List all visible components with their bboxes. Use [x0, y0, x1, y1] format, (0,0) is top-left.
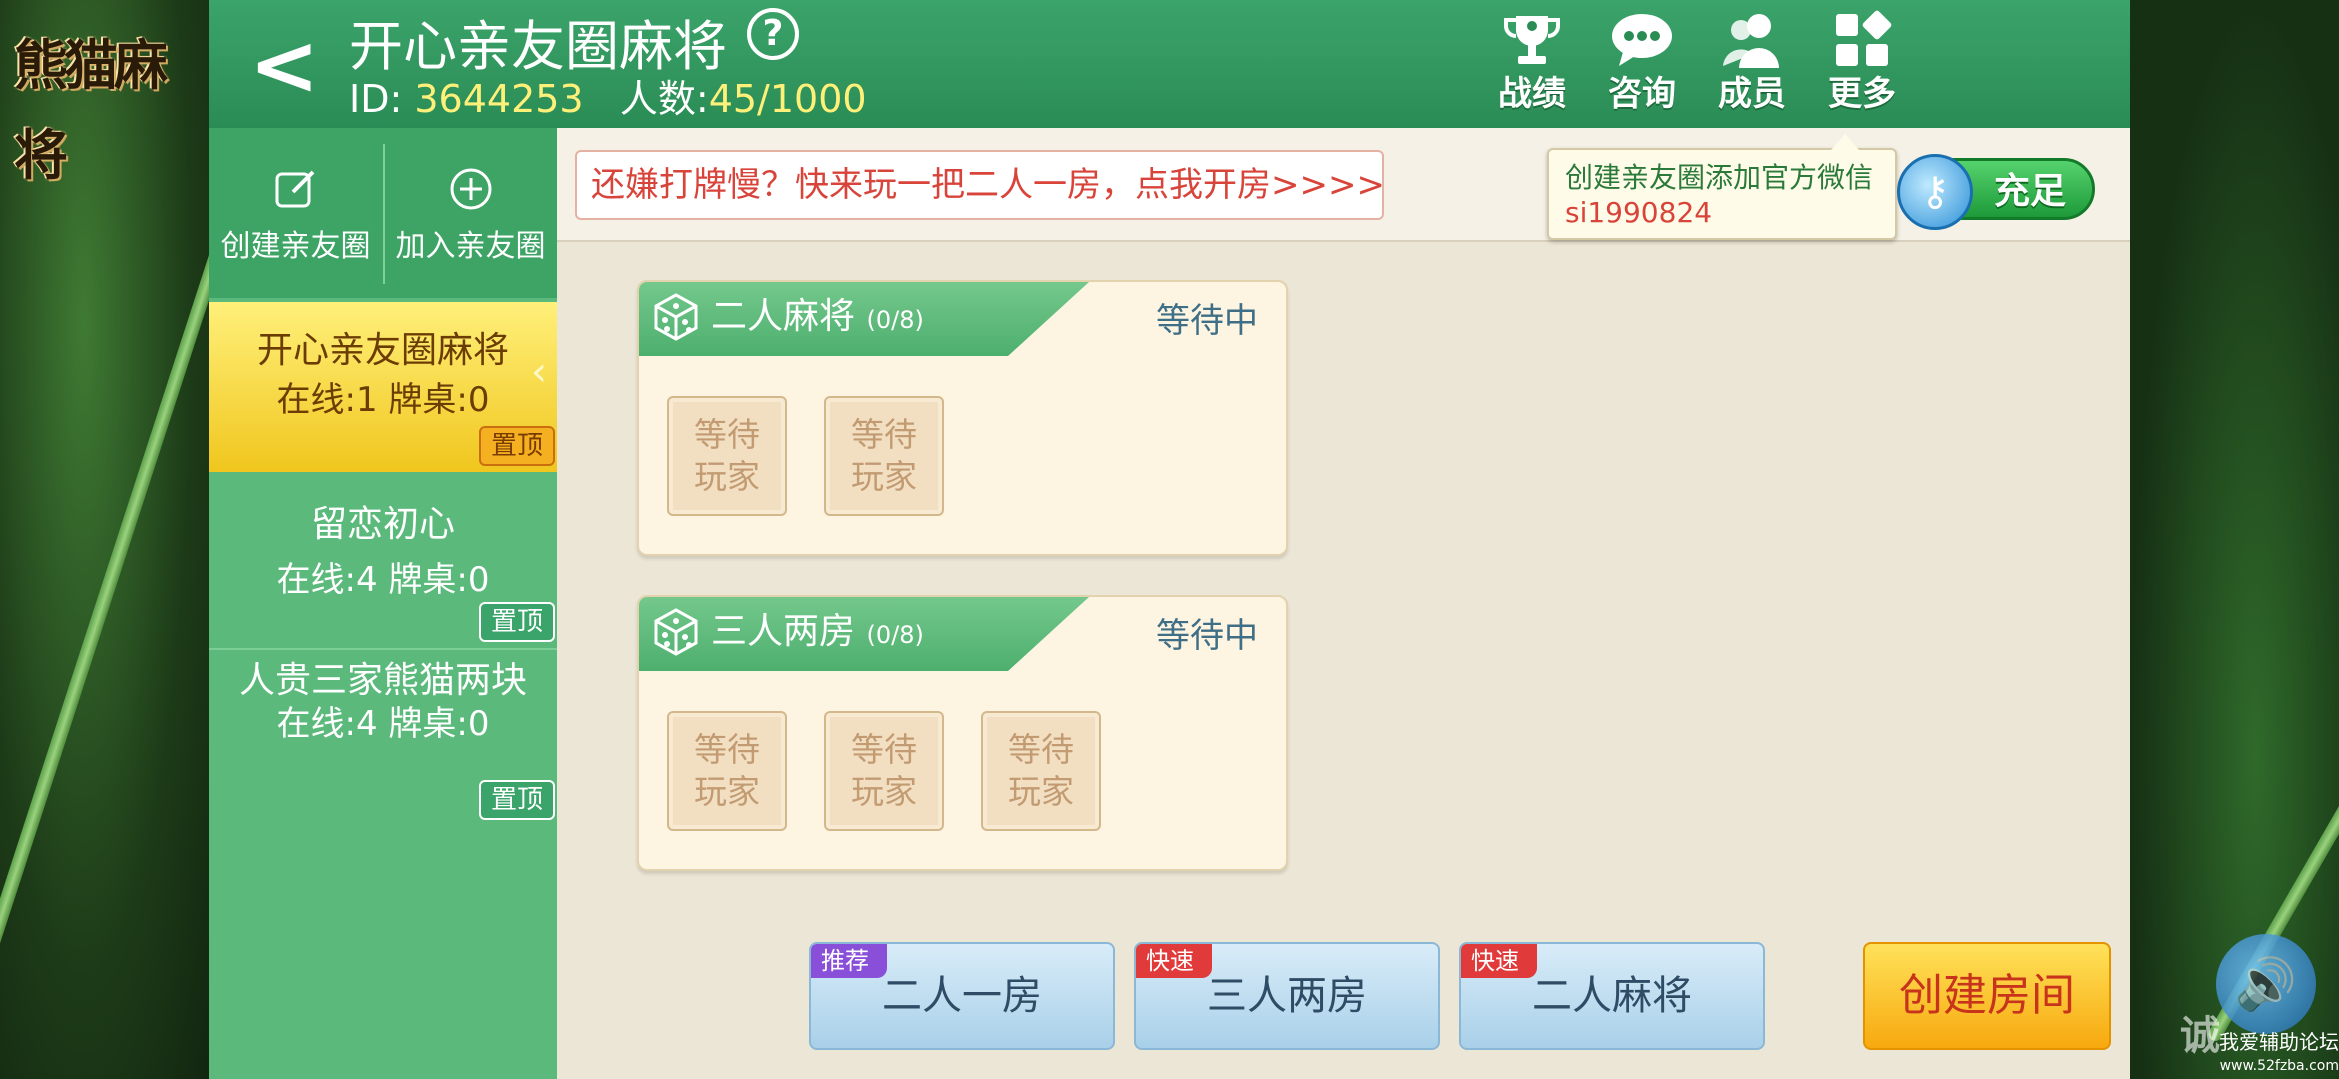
club-panel: < 开心亲友圈麻将 ? ID: 3644253 人数:45/1000 战绩 咨询… — [209, 0, 2130, 1079]
members-button[interactable]: 成员 — [1707, 10, 1797, 122]
empty-seat[interactable]: 等待 玩家 — [824, 396, 944, 516]
create-room-button[interactable]: 创建房间 — [1863, 942, 2111, 1050]
question-icon: ? — [762, 13, 784, 54]
seat-text: 等待 — [1008, 730, 1074, 769]
wechat-tooltip: 创建亲友圈添加官方微信 si1990824 — [1547, 134, 1897, 240]
room-count: (0/8) — [866, 306, 924, 334]
room-title: 二人麻将 — [711, 296, 856, 337]
empty-seat[interactable]: 等待 玩家 — [667, 711, 787, 831]
app-logo: 熊猫麻将 — [14, 33, 168, 187]
quick-two-mahjong-button[interactable]: 快速 二人麻将 — [1459, 942, 1765, 1050]
pin-button[interactable]: 置顶 — [479, 602, 555, 642]
trophy-icon — [1487, 10, 1577, 72]
room-name: 三人两房 (0/8) — [711, 607, 924, 660]
quick-three-two-room-button[interactable]: 快速 三人两房 — [1134, 942, 1440, 1050]
back-button[interactable]: < — [249, 20, 319, 110]
background-right — [2130, 0, 2339, 1079]
empty-seat[interactable]: 等待 玩家 — [981, 711, 1101, 831]
tooltip-text: 创建亲友圈添加官方微信 — [1565, 161, 1874, 194]
club-name: 留恋初心 — [310, 504, 455, 545]
create-club-label: 创建亲友圈 — [220, 229, 371, 264]
chat-icon — [1597, 10, 1687, 72]
create-club-button[interactable]: 创建亲友圈 — [209, 128, 382, 298]
empty-seat[interactable]: 等待 玩家 — [824, 711, 944, 831]
consult-label: 咨询 — [1608, 74, 1676, 114]
club-sidebar: 创建亲友圈 加入亲友圈 开心亲友圈麻将 在线:1 牌桌:0 ‹ 置顶 留恋初心 … — [209, 128, 557, 1079]
club-status: 在线:4 牌桌:0 — [276, 560, 490, 600]
club-name: 人贵三家熊猫两块 — [239, 660, 528, 701]
seat-text: 玩家 — [694, 457, 760, 496]
club-info: ID: 3644253 人数:45/1000 — [349, 68, 867, 123]
room-status: 等待中 — [1156, 301, 1258, 341]
count-value: 45/1000 — [708, 77, 867, 121]
more-button[interactable]: 更多 — [1817, 10, 1907, 122]
more-icon — [1817, 10, 1907, 72]
selected-arrow-icon: ‹ — [531, 349, 547, 395]
seat-text: 等待 — [851, 415, 917, 454]
plus-circle-icon — [384, 166, 557, 224]
notice-bar: 还嫌打牌慢？快来玩一把二人一房，点我开房>>>> 创建亲友圈添加官方微信 si1… — [557, 128, 2130, 242]
seat-text: 玩家 — [851, 772, 917, 811]
seat-text: 等待 — [694, 415, 760, 454]
help-button[interactable]: ? — [747, 8, 799, 60]
quick-two-one-room-button[interactable]: 推荐 二人一房 — [809, 942, 1115, 1050]
members-icon — [1707, 10, 1797, 72]
pin-button[interactable]: 置顶 — [479, 426, 555, 466]
records-label: 战绩 — [1498, 74, 1566, 114]
id-label: ID: — [349, 77, 403, 121]
room-title: 三人两房 — [711, 611, 856, 652]
speaker-icon[interactable]: 🔊 — [2216, 934, 2316, 1034]
sidebar-club-item[interactable]: 开心亲友圈麻将 在线:1 牌桌:0 ‹ 置顶 — [209, 302, 557, 472]
watermark-glyph: 诚 — [2180, 1013, 2220, 1059]
records-button[interactable]: 战绩 — [1487, 10, 1577, 122]
background-left: 熊猫麻将 — [0, 0, 273, 1079]
header-bar: < 开心亲友圈麻将 ? ID: 3644253 人数:45/1000 战绩 咨询… — [209, 0, 2130, 128]
seat-text: 等待 — [851, 730, 917, 769]
room-area: 还嫌打牌慢？快来玩一把二人一房，点我开房>>>> 创建亲友圈添加官方微信 si1… — [557, 128, 2130, 1079]
join-club-label: 加入亲友圈 — [395, 229, 546, 264]
count-label: 人数: — [619, 77, 709, 121]
promo-marquee[interactable]: 还嫌打牌慢？快来玩一把二人一房，点我开房>>>> — [575, 150, 1384, 220]
room-count: (0/8) — [866, 621, 924, 649]
club-name: 开心亲友圈麻将 — [256, 330, 509, 371]
consult-button[interactable]: 咨询 — [1597, 10, 1687, 122]
club-status: 在线:1 牌桌:0 — [276, 380, 490, 420]
quick-button-label: 二人一房 — [882, 973, 1042, 1019]
id-value: 3644253 — [414, 77, 584, 121]
seat-text: 玩家 — [1008, 772, 1074, 811]
join-club-button[interactable]: 加入亲友圈 — [384, 128, 557, 298]
recommend-badge: 推荐 — [811, 944, 887, 978]
wechat-id: si1990824 — [1565, 196, 1713, 229]
back-arrow-icon: < — [249, 16, 320, 114]
room-card[interactable]: 二人麻将 (0/8) 等待中 等待 玩家 等待 玩家 — [637, 280, 1288, 556]
room-card[interactable]: 三人两房 (0/8) 等待中 等待 玩家 等待 玩家 等待 玩家 — [637, 595, 1288, 871]
room-status: 等待中 — [1156, 616, 1258, 656]
members-label: 成员 — [1718, 74, 1786, 114]
watermark: 诚 我爱辅助论坛 www.52fzba.com — [2180, 1016, 2339, 1079]
quick-badge: 快速 — [1136, 944, 1212, 978]
marquee-text: 还嫌打牌慢？快来玩一把二人一房，点我开房>>>> — [591, 165, 1384, 205]
pin-button[interactable]: 置顶 — [479, 780, 555, 820]
seat-text: 玩家 — [851, 457, 917, 496]
more-label: 更多 — [1828, 74, 1896, 114]
key-icon: ⚷ — [1897, 154, 1973, 230]
room-name: 二人麻将 (0/8) — [711, 292, 924, 345]
dice-icon — [651, 292, 701, 353]
sidebar-club-item[interactable]: 人贵三家熊猫两块 在线:4 牌桌:0 置顶 — [209, 650, 557, 826]
sidebar-actions: 创建亲友圈 加入亲友圈 — [209, 128, 557, 298]
edit-icon — [209, 166, 382, 224]
quick-button-label: 二人麻将 — [1532, 973, 1692, 1019]
club-status: 在线:4 牌桌:0 — [276, 704, 490, 744]
tooltip-notch — [1831, 134, 1859, 150]
empty-seat[interactable]: 等待 玩家 — [667, 396, 787, 516]
sidebar-club-item[interactable]: 留恋初心 在线:4 牌桌:0 置顶 — [209, 472, 557, 648]
dice-icon — [651, 607, 701, 668]
seat-text: 等待 — [694, 730, 760, 769]
quick-badge: 快速 — [1461, 944, 1537, 978]
quick-button-label: 三人两房 — [1207, 973, 1367, 1019]
seat-text: 玩家 — [694, 772, 760, 811]
